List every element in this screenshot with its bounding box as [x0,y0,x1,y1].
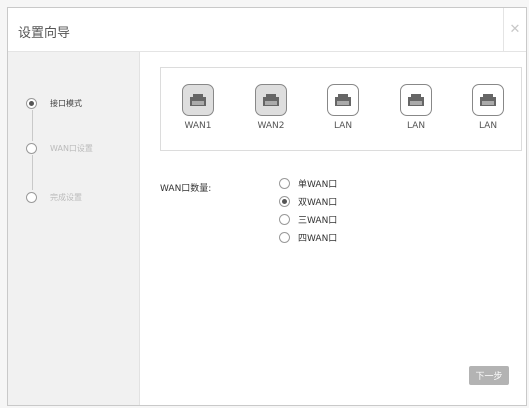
step-connector [32,155,33,190]
port-label: LAN [406,121,426,131]
port-lan1: LAN [321,84,365,131]
next-button[interactable]: 下一步 [469,366,509,385]
radio-dual-wan[interactable]: 双WAN口 [279,194,337,208]
ethernet-port-icon [182,84,214,116]
radio-label[interactable]: 三WAN口 [298,213,337,226]
close-icon[interactable]: ✕ [503,8,526,51]
radio-triple-wan[interactable]: 三WAN口 [279,212,337,226]
wan-count-label: WAN口数量: [160,184,212,194]
radio-button[interactable] [279,213,290,225]
step-label: 完成设置 [50,192,82,202]
step-marker-icon [26,97,37,109]
step-marker-icon [26,142,37,154]
radio-label[interactable]: 双WAN口 [298,195,337,208]
port-lan3: LAN [466,84,510,131]
radio-button[interactable] [279,177,290,189]
step-interface-mode: 接口模式 [26,96,82,110]
ethernet-port-icon [400,84,432,116]
port-wan1: WAN1 [176,84,220,131]
title-bar: 设置向导 ✕ [8,8,526,52]
port-label: LAN [333,121,353,131]
port-label: WAN2 [257,121,285,131]
wizard-steps-sidebar: 接口模式 WAN口设置 完成设置 [8,52,140,405]
port-panel: WAN1 WAN2 LAN LAN LAN [160,67,522,151]
port-lan2: LAN [394,84,438,131]
radio-button[interactable] [279,231,290,243]
ethernet-port-icon [327,84,359,116]
port-label: LAN [478,121,498,131]
step-connector [32,110,33,141]
step-marker-icon [26,191,37,203]
dialog-title: 设置向导 [18,26,71,41]
port-label: WAN1 [184,121,212,131]
step-wan-settings: WAN口设置 [26,141,93,155]
step-finish: 完成设置 [26,190,82,204]
radio-label[interactable]: 四WAN口 [298,231,337,244]
radio-label[interactable]: 单WAN口 [298,177,337,190]
port-wan2: WAN2 [249,84,293,131]
step-label: 接口模式 [50,98,82,108]
ethernet-port-icon [472,84,504,116]
setup-wizard-dialog: 设置向导 ✕ 接口模式 WAN口设置 完成设置 WAN1 WAN2 LAN LA… [7,7,527,406]
step-label: WAN口设置 [50,143,93,153]
radio-quad-wan[interactable]: 四WAN口 [279,230,337,244]
radio-single-wan[interactable]: 单WAN口 [279,176,337,190]
ethernet-port-icon [255,84,287,116]
radio-button[interactable] [279,195,290,207]
